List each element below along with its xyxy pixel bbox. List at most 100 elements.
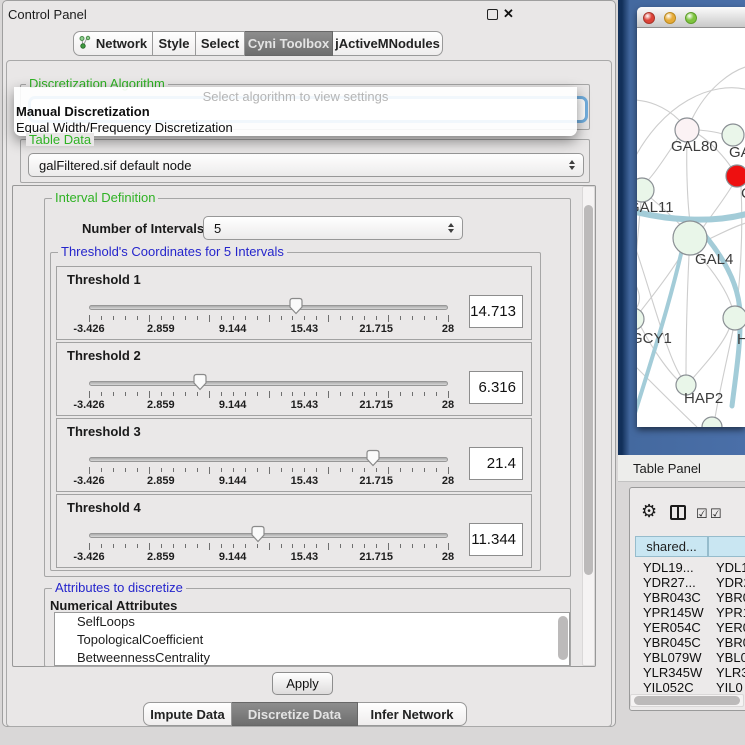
table-cell[interactable]: YLR3 [716, 665, 745, 680]
table-cell[interactable]: YBR043C [643, 590, 708, 605]
checkbox-icon[interactable]: ☑ [696, 506, 708, 522]
tick-label: 15.43 [274, 323, 334, 335]
network-node-gcy1[interactable] [637, 308, 644, 330]
table-cell[interactable]: YPR145W [643, 605, 708, 620]
zoom-button[interactable] [685, 12, 697, 24]
dropdown-option-manual-discretization[interactable]: Manual Discretization [14, 104, 577, 120]
tab-style[interactable]: Style [153, 31, 196, 56]
table-cell[interactable]: YBR045C [643, 635, 708, 650]
tick-mark [304, 468, 305, 472]
network-node-label: GAL4 [695, 251, 733, 268]
table-cell[interactable]: YIL0 [716, 680, 745, 695]
tab-infer-network[interactable]: Infer Network [358, 702, 467, 726]
gear-icon[interactable]: ⚙ [641, 502, 657, 520]
threshold-value-field[interactable]: 14.713 [469, 295, 523, 328]
tick-mark [388, 391, 389, 398]
table-cell[interactable]: YBL079W [643, 650, 708, 665]
table-cell[interactable]: YDL19... [643, 560, 708, 575]
table-cell[interactable]: YBR0 [716, 590, 745, 605]
tab-label: Style [158, 36, 189, 51]
numerical-attributes-list[interactable]: SelfLoopsTopologicalCoefficientBetweenne… [54, 612, 570, 666]
table-cell[interactable]: YBR0 [716, 635, 745, 650]
column-header-shared[interactable]: shared... [635, 536, 708, 557]
tick-mark [448, 467, 449, 474]
slider-track[interactable] [89, 305, 448, 310]
close-button[interactable] [643, 12, 655, 24]
tab-jactivemnodules[interactable]: jActiveMNodules [333, 31, 443, 56]
threshold-value-field[interactable]: 21.4 [469, 447, 523, 480]
network-canvas[interactable]: GAL80GACGAL11GAL4GCY1HHAP2 [637, 28, 745, 427]
threshold-value-field[interactable]: 6.316 [469, 371, 523, 404]
tab-discretize-data[interactable]: Discretize Data [232, 702, 358, 726]
tab-select[interactable]: Select [196, 31, 245, 56]
slider-thumb[interactable] [192, 373, 208, 391]
checkbox-icon[interactable]: ☑ [710, 506, 722, 522]
table-hscrollbar-thumb[interactable] [634, 696, 740, 705]
apply-button[interactable]: Apply [272, 672, 333, 695]
control-panel-title: Control Panel [8, 7, 87, 22]
network-window-titlebar[interactable] [637, 7, 745, 28]
tick-mark [388, 543, 389, 550]
list-item-topologicalcoefficient[interactable]: TopologicalCoefficient [55, 631, 569, 649]
network-node-c[interactable] [726, 165, 745, 187]
tick-mark [161, 392, 162, 396]
attributes-list-scrollbar[interactable] [558, 616, 568, 660]
table-cell[interactable]: YLR345W [643, 665, 708, 680]
tick-mark [89, 391, 90, 398]
tick-mark [364, 544, 365, 548]
threshold-value-field[interactable]: 11.344 [469, 523, 523, 556]
tab-impute-data[interactable]: Impute Data [143, 702, 232, 726]
tick-mark [161, 468, 162, 472]
screen: Control Panel ✕ Network Style SelectCyni T… [0, 0, 745, 745]
table-cell[interactable]: YDR27... [643, 575, 708, 590]
slider-track[interactable] [89, 457, 448, 462]
tick-label: 21.715 [346, 551, 406, 563]
slider-track[interactable] [89, 381, 448, 386]
threshold-label: Threshold 2 [67, 348, 141, 363]
table-data-combobox[interactable]: galFiltered.sif default node [28, 153, 584, 177]
number-of-intervals-value: 5 [214, 221, 221, 236]
table-cell[interactable]: YIL052C [643, 680, 708, 695]
table-panel-header: Table Panel [618, 455, 745, 482]
number-of-intervals-combobox[interactable]: 5 [203, 216, 463, 240]
threshold-label: Threshold 4 [67, 500, 141, 515]
network-node[interactable] [702, 417, 722, 427]
tick-mark [364, 316, 365, 320]
table-cell[interactable]: YBL0 [716, 650, 745, 665]
dropdown-option-equal-width-frequency-discretization[interactable]: Equal Width/Frequency Discretization [14, 120, 577, 136]
column-header-n[interactable]: n [708, 536, 745, 557]
tick-label: 15.43 [274, 551, 334, 563]
network-icon [79, 35, 91, 52]
main-scrollbar-thumb[interactable] [584, 205, 593, 575]
float-window-icon[interactable] [487, 9, 498, 20]
table-cell[interactable]: YDL1 [716, 560, 745, 575]
table-cell[interactable]: YER0 [716, 620, 745, 635]
tick-label: 2.859 [131, 399, 191, 411]
split-columns-icon[interactable] [670, 505, 686, 520]
table-cell[interactable]: YDR2 [716, 575, 745, 590]
algorithm-dropdown-popup: Select algorithm to view settings Manual… [14, 87, 577, 136]
network-node-h[interactable] [723, 306, 745, 330]
list-item-betweennesscentrality[interactable]: BetweennessCentrality [55, 649, 569, 666]
table-panel-title: Table Panel [633, 461, 701, 476]
tab-network[interactable]: Network [73, 31, 153, 56]
list-item-selfloops[interactable]: SelfLoops [55, 613, 569, 631]
tick-mark [304, 392, 305, 396]
tick-mark [340, 544, 341, 548]
network-node-gal4[interactable] [673, 221, 707, 255]
tab-label: Discretize Data [248, 707, 341, 722]
slider-thumb[interactable] [250, 525, 266, 543]
network-edge [637, 278, 639, 310]
tick-mark [245, 316, 246, 320]
spinner-arrows-icon [448, 223, 454, 233]
table-cell[interactable]: YPR1 [716, 605, 745, 620]
table-cell[interactable]: YER054C [643, 620, 708, 635]
network-node-ga[interactable] [722, 124, 744, 146]
tick-mark [400, 468, 401, 472]
slider-thumb[interactable] [365, 449, 381, 467]
slider-thumb[interactable] [288, 297, 304, 315]
slider-track[interactable] [89, 533, 448, 538]
minimize-button[interactable] [664, 12, 676, 24]
close-icon[interactable]: ✕ [503, 6, 514, 22]
tab-cyni-toolbox[interactable]: Cyni Toolbox [245, 31, 333, 56]
